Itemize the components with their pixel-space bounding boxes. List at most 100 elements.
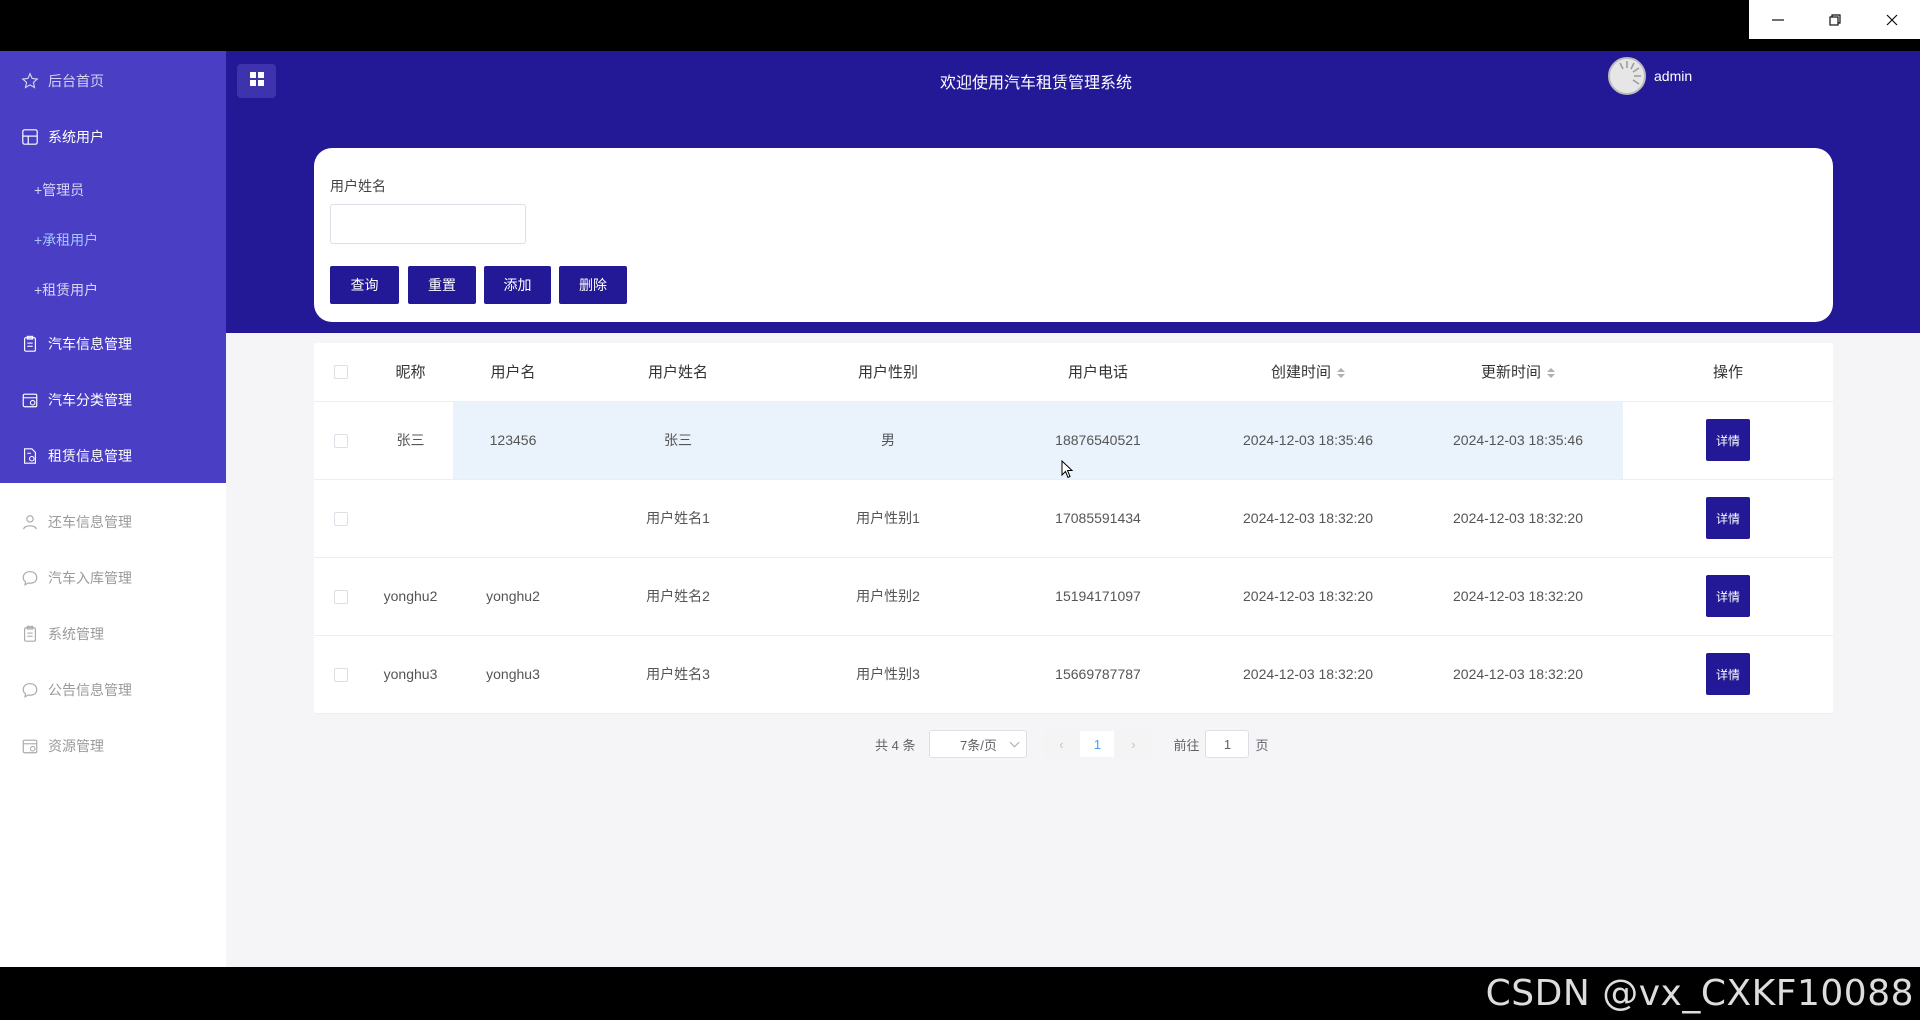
cell-created: 2024-12-03 18:32:20 (1203, 479, 1413, 558)
restore-icon[interactable] (1806, 0, 1863, 39)
sidebar-item-system-users[interactable]: 系统用户 (0, 115, 226, 159)
cell-action: 详情 (1623, 557, 1833, 636)
detail-button[interactable]: 详情 (1706, 419, 1750, 461)
detail-button[interactable]: 详情 (1706, 575, 1750, 617)
chat-icon (20, 680, 40, 700)
row-checkbox[interactable] (314, 635, 368, 714)
sidebar: 后台首页 系统用户 +管理员 +承租用户 +租赁用户 汽车信息管理 汽车分类管理… (0, 51, 226, 967)
column-header-action: 操作 (1623, 343, 1833, 402)
window-controls (1749, 0, 1920, 39)
select-all-checkbox[interactable] (314, 343, 368, 402)
bottom-bar: CSDN @vx_CXKF10088 (0, 967, 1920, 1020)
document-icon (20, 446, 40, 466)
cell-phone: 15669787787 (993, 635, 1203, 714)
cell-created: 2024-12-03 18:32:20 (1203, 557, 1413, 636)
next-page-button[interactable]: › (1115, 730, 1152, 758)
cell-created: 2024-12-03 18:32:20 (1203, 635, 1413, 714)
query-button[interactable]: 查询 (330, 266, 399, 304)
sidebar-item-rental-info[interactable]: 租赁信息管理 (0, 434, 226, 478)
cell-nickname: yonghu2 (368, 557, 453, 636)
mouse-cursor-icon (1061, 459, 1075, 485)
close-icon[interactable] (1863, 0, 1920, 39)
user-menu[interactable]: admin (1608, 57, 1692, 95)
user-icon (20, 512, 40, 532)
avatar[interactable] (1608, 57, 1646, 95)
add-button[interactable]: 添加 (484, 266, 551, 304)
sidebar-item-label: 系统管理 (48, 626, 104, 642)
title-bar (0, 0, 1920, 51)
sidebar-subitem-admin[interactable]: +管理员 (0, 170, 226, 210)
column-header-updated[interactable]: 更新时间 (1413, 343, 1623, 402)
cell-gender: 用户性别3 (783, 635, 993, 714)
clipboard-icon (20, 334, 40, 354)
sidebar-item-label: 公告信息管理 (48, 682, 132, 698)
row-checkbox[interactable] (314, 401, 368, 480)
table-row[interactable]: yonghu2 yonghu2 用户姓名2 用户性别2 15194171097 … (314, 557, 1833, 636)
sidebar-subitem-lessee-users[interactable]: +承租用户 (0, 220, 226, 260)
row-checkbox[interactable] (314, 557, 368, 636)
sidebar-item-home[interactable]: 后台首页 (0, 59, 226, 103)
goto-prefix: 前往 (1173, 737, 1200, 753)
pagination-total: 共 4 条 (875, 737, 916, 753)
sidebar-item-resources[interactable]: 资源管理 (0, 724, 226, 768)
delete-button[interactable]: 删除 (559, 266, 627, 304)
cell-gender: 用户性别1 (783, 479, 993, 558)
table-row[interactable]: 用户姓名1 用户性别1 17085591434 2024-12-03 18:32… (314, 479, 1833, 558)
column-header-created[interactable]: 创建时间 (1203, 343, 1413, 402)
sidebar-item-notice[interactable]: 公告信息管理 (0, 668, 226, 712)
calendar-icon (20, 736, 40, 756)
cell-username: yonghu2 (453, 557, 573, 636)
sidebar-subitem-label: +租赁用户 (34, 282, 99, 298)
cell-updated: 2024-12-03 18:35:46 (1413, 401, 1623, 480)
sidebar-item-system-admin[interactable]: 系统管理 (0, 612, 226, 656)
sidebar-item-label: 系统用户 (48, 129, 104, 145)
column-header-nickname: 昵称 (368, 343, 453, 402)
sidebar-item-car-stock[interactable]: 汽车入库管理 (0, 556, 226, 600)
user-table: 昵称 用户名 用户姓名 用户性别 用户电话 创建时间 更新时间 操作 张三 12… (314, 343, 1833, 714)
sidebar-item-return-info[interactable]: 还车信息管理 (0, 500, 226, 544)
detail-button[interactable]: 详情 (1706, 497, 1750, 539)
sort-icon[interactable] (1337, 368, 1345, 379)
cell-username (453, 479, 573, 558)
chevron-right-icon: › (1131, 736, 1136, 752)
sort-icon[interactable] (1547, 368, 1555, 379)
calendar-icon (20, 390, 40, 410)
column-header-username: 用户名 (453, 343, 573, 402)
column-header-realname: 用户姓名 (573, 343, 783, 402)
cell-username: yonghu3 (453, 635, 573, 714)
cell-realname: 用户姓名3 (573, 635, 783, 714)
watermark: CSDN @vx_CXKF10088 (1485, 973, 1914, 1014)
minimize-icon[interactable] (1749, 0, 1806, 39)
table-row[interactable]: yonghu3 yonghu3 用户姓名3 用户性别3 15669787787 … (314, 635, 1833, 714)
cell-action: 详情 (1623, 479, 1833, 558)
search-label: 用户姓名 (330, 178, 386, 194)
cell-phone: 15194171097 (993, 557, 1203, 636)
cell-realname: 用户姓名2 (573, 557, 783, 636)
sidebar-item-car-category[interactable]: 汽车分类管理 (0, 378, 226, 422)
username: admin (1654, 68, 1693, 84)
sidebar-item-car-info[interactable]: 汽车信息管理 (0, 322, 226, 366)
page-size-select[interactable]: 7条/页 (929, 730, 1028, 758)
cell-action: 详情 (1623, 401, 1833, 480)
cell-nickname: yonghu3 (368, 635, 453, 714)
reset-button[interactable]: 重置 (408, 266, 476, 304)
chevron-left-icon: ‹ (1059, 736, 1064, 752)
star-icon (20, 71, 40, 91)
page-title: 欢迎使用汽车租赁管理系统 (939, 75, 1132, 92)
cell-gender: 男 (783, 401, 993, 480)
page-number-current[interactable]: 1 (1079, 730, 1116, 758)
cell-username: 123456 (453, 401, 573, 480)
sidebar-subitem-label: +承租用户 (34, 232, 99, 248)
sidebar-subitem-label: +管理员 (34, 182, 85, 198)
prev-page-button[interactable]: ‹ (1043, 730, 1080, 758)
column-header-label: 创建时间 (1270, 364, 1331, 382)
sidebar-item-label: 资源管理 (48, 738, 104, 754)
page-size-value: 7条/页 (960, 737, 997, 753)
goto-page-input[interactable]: 1 (1205, 730, 1250, 758)
search-input[interactable] (330, 204, 526, 244)
goto-suffix: 页 (1255, 737, 1269, 753)
sidebar-subitem-rental-users[interactable]: +租赁用户 (0, 270, 226, 310)
detail-button[interactable]: 详情 (1706, 653, 1750, 695)
row-checkbox[interactable] (314, 479, 368, 558)
cell-realname: 张三 (573, 401, 783, 480)
